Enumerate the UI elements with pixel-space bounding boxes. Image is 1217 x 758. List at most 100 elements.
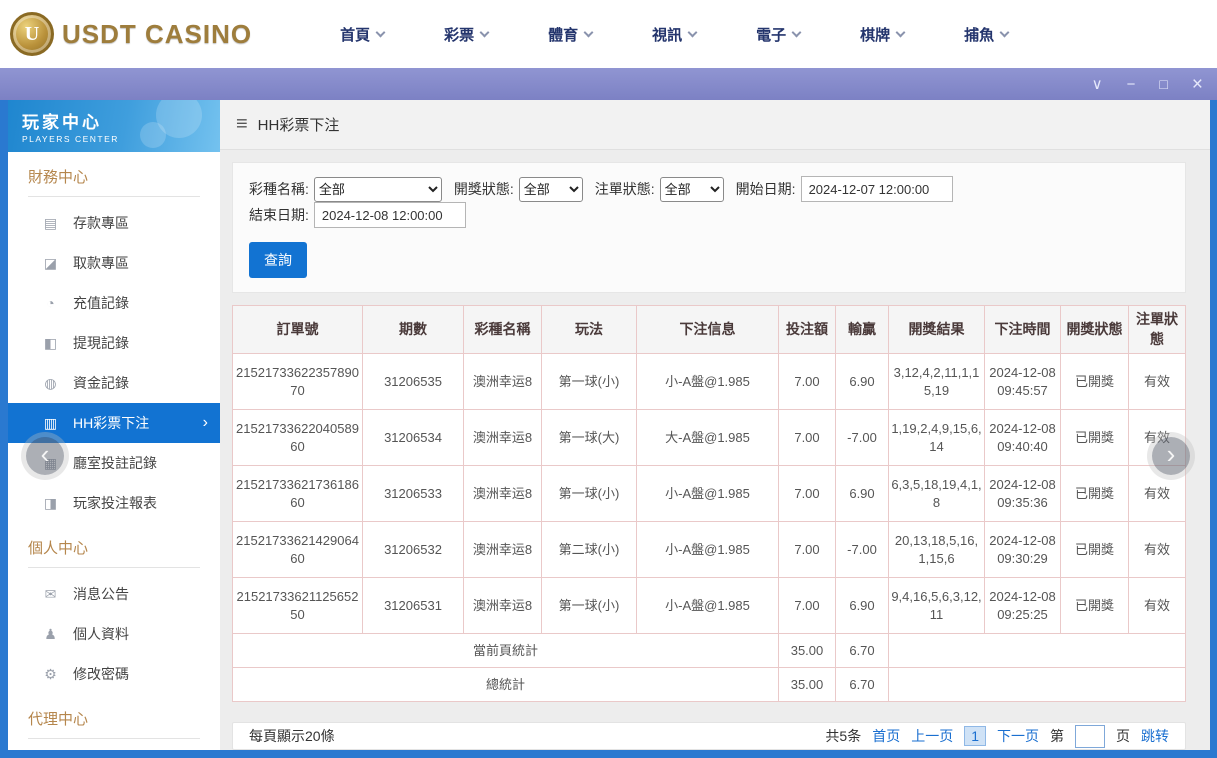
table-cell: 第一球(小) bbox=[542, 354, 637, 410]
sidebar-item-label: 消息公告 bbox=[73, 584, 129, 604]
window-collapse-icon[interactable]: ∨ bbox=[1092, 77, 1103, 92]
sidebar-item-player-bet-report[interactable]: ◨玩家投注報表 bbox=[8, 483, 220, 523]
jump-button[interactable]: 跳转 bbox=[1141, 726, 1169, 746]
lottery-select[interactable]: 全部 bbox=[314, 177, 442, 202]
chevron-down-icon bbox=[792, 28, 802, 38]
table-cell: 小-A盤@1.985 bbox=[637, 578, 779, 634]
table-cell: 31206533 bbox=[363, 466, 464, 522]
carousel-right-arrow[interactable]: › bbox=[1152, 437, 1190, 475]
search-button[interactable]: 查詢 bbox=[249, 242, 307, 278]
sidebar-item-profile[interactable]: ♟個人資料 bbox=[8, 614, 220, 654]
jump-label-after: 页 bbox=[1116, 726, 1130, 746]
table-cell: 有效 bbox=[1129, 522, 1186, 578]
sidebar-item-withdraw[interactable]: ◪取款專區 bbox=[8, 243, 220, 283]
table-cell: 第一球(大) bbox=[542, 410, 637, 466]
nav-item-label: 體育 bbox=[548, 24, 578, 45]
table-cell: 澳洲幸运8 bbox=[464, 522, 542, 578]
sidebar-item-label: 玩家投注報表 bbox=[73, 493, 157, 513]
chevron-down-icon bbox=[1000, 28, 1010, 38]
end-date-input[interactable] bbox=[314, 202, 466, 228]
draw-status-select[interactable]: 全部 bbox=[519, 177, 583, 202]
table-cell: 7.00 bbox=[779, 410, 836, 466]
chevron-down-icon bbox=[376, 28, 386, 38]
column-header: 訂單號 bbox=[233, 306, 363, 354]
nav-item-fishing[interactable]: 捕魚 bbox=[934, 24, 1038, 45]
table-cell: 澳洲幸运8 bbox=[464, 354, 542, 410]
table-cell: 第一球(小) bbox=[542, 578, 637, 634]
sidebar-section-personal: 個人中心 bbox=[28, 537, 200, 568]
column-header: 開獎狀態 bbox=[1061, 306, 1129, 354]
table-cell: 小-A盤@1.985 bbox=[637, 466, 779, 522]
table-cell: 6.90 bbox=[836, 466, 889, 522]
page-jump-input[interactable] bbox=[1075, 725, 1105, 748]
nav-item-label: 棋牌 bbox=[860, 24, 890, 45]
carousel-left-arrow[interactable]: ‹ bbox=[26, 437, 64, 475]
table-cell: 澳洲幸运8 bbox=[464, 578, 542, 634]
menu-icon[interactable]: ≡ bbox=[236, 113, 248, 136]
table-cell: 35.00 bbox=[779, 668, 836, 702]
table-row: 215217336217361866031206533澳洲幸运8第一球(小)小-… bbox=[233, 466, 1186, 522]
top-navigation: U USDT CASINO 首頁彩票 體育 視訊 電子 棋牌 捕魚 bbox=[0, 0, 1217, 68]
window-controls: ∨ − □ × bbox=[1092, 75, 1203, 94]
table-cell: 6.90 bbox=[836, 578, 889, 634]
bets-table: 訂單號期數彩種名稱玩法下注信息投注額輸贏開獎結果下注時間開獎狀態注單狀態 215… bbox=[232, 305, 1186, 702]
table-cell: 2024-12-08 09:45:57 bbox=[985, 354, 1061, 410]
column-header: 下注信息 bbox=[637, 306, 779, 354]
sidebar-item-label: 提現記錄 bbox=[73, 333, 129, 353]
table-cell: 31206535 bbox=[363, 354, 464, 410]
sidebar-item-label: 充值記錄 bbox=[73, 293, 129, 313]
nav-item-home[interactable]: 首頁 bbox=[310, 24, 414, 45]
table-cell: 6.90 bbox=[836, 354, 889, 410]
logo-coin-letter: U bbox=[25, 23, 39, 46]
nav-item-lottery[interactable]: 彩票 bbox=[414, 24, 518, 45]
logo[interactable]: U USDT CASINO bbox=[10, 12, 252, 56]
window-maximize-icon[interactable]: □ bbox=[1159, 77, 1167, 91]
table-cell: 已開獎 bbox=[1061, 522, 1129, 578]
table-cell: 有效 bbox=[1129, 466, 1186, 522]
column-header: 投注額 bbox=[779, 306, 836, 354]
sidebar-item-withdrawal-records[interactable]: ◧提現記錄 bbox=[8, 323, 220, 363]
logo-text: USDT CASINO bbox=[62, 19, 252, 50]
table-cell: 6.70 bbox=[836, 634, 889, 668]
sidebar-item-label: 廳室投註記錄 bbox=[73, 453, 157, 473]
window-minimize-icon[interactable]: − bbox=[1127, 77, 1136, 92]
page-size-text: 每頁顯示20條 bbox=[249, 726, 335, 746]
start-date-input[interactable] bbox=[801, 176, 953, 202]
table-cell: 35.00 bbox=[779, 634, 836, 668]
sidebar-item-messages[interactable]: ✉ 消息公告 bbox=[8, 574, 220, 614]
table-cell: 20,13,18,5,16,1,15,6 bbox=[889, 522, 985, 578]
gear-icon: ⚙ bbox=[42, 666, 59, 683]
sidebar-item-recharge-records[interactable]: ◔充值記錄 bbox=[8, 283, 220, 323]
table-cell: 澳洲幸运8 bbox=[464, 466, 542, 522]
nav-item-slots[interactable]: 電子 bbox=[726, 24, 830, 45]
table-cell: 2024-12-08 09:40:40 bbox=[985, 410, 1061, 466]
prev-page-link[interactable]: 上一页 bbox=[911, 726, 953, 746]
deposit-icon: ▤ bbox=[42, 215, 59, 232]
next-page-link[interactable]: 下一页 bbox=[997, 726, 1039, 746]
first-page-link[interactable]: 首页 bbox=[872, 726, 900, 746]
table-cell: 大-A盤@1.985 bbox=[637, 410, 779, 466]
current-page-button[interactable]: 1 bbox=[964, 726, 986, 746]
table-header-row: 訂單號期數彩種名稱玩法下注信息投注額輸贏開獎結果下注時間開獎狀態注單狀態 bbox=[233, 306, 1186, 354]
table-cell: 7.00 bbox=[779, 354, 836, 410]
nav-item-video[interactable]: 視訊 bbox=[622, 24, 726, 45]
nav-item-sports[interactable]: 體育 bbox=[518, 24, 622, 45]
sidebar-item-deposit[interactable]: ▤存款專區 bbox=[8, 203, 220, 243]
sidebar-item-change-password[interactable]: ⚙修改密碼 bbox=[8, 654, 220, 694]
window-close-icon[interactable]: × bbox=[1192, 75, 1203, 94]
table-cell: 2024-12-08 09:25:25 bbox=[985, 578, 1061, 634]
chevron-down-icon bbox=[688, 28, 698, 38]
order-status-select[interactable]: 全部 bbox=[660, 177, 724, 202]
nav-item-label: 電子 bbox=[756, 24, 786, 45]
app-frame: 玩家中心 PLAYERS CENTER 財務中心▤存款專區◪取款專區◔充值記錄◧… bbox=[0, 100, 1217, 758]
message-icon: ✉ bbox=[42, 586, 59, 603]
sidebar-item-label: 取款專區 bbox=[73, 253, 129, 273]
table-cell: 第二球(小) bbox=[542, 522, 637, 578]
sidebar-item-funds-records[interactable]: ◍資金記錄 bbox=[8, 363, 220, 403]
table-cell: 7.00 bbox=[779, 578, 836, 634]
pagination-bar: 每頁顯示20條 共5条 首页 上一页 1 下一页 第 页 跳转 bbox=[232, 722, 1186, 750]
nav-item-cards[interactable]: 棋牌 bbox=[830, 24, 934, 45]
end-date-label: 結束日期: bbox=[249, 205, 309, 225]
sidebar-title: 玩家中心 bbox=[22, 108, 220, 133]
table-cell bbox=[889, 668, 1186, 702]
